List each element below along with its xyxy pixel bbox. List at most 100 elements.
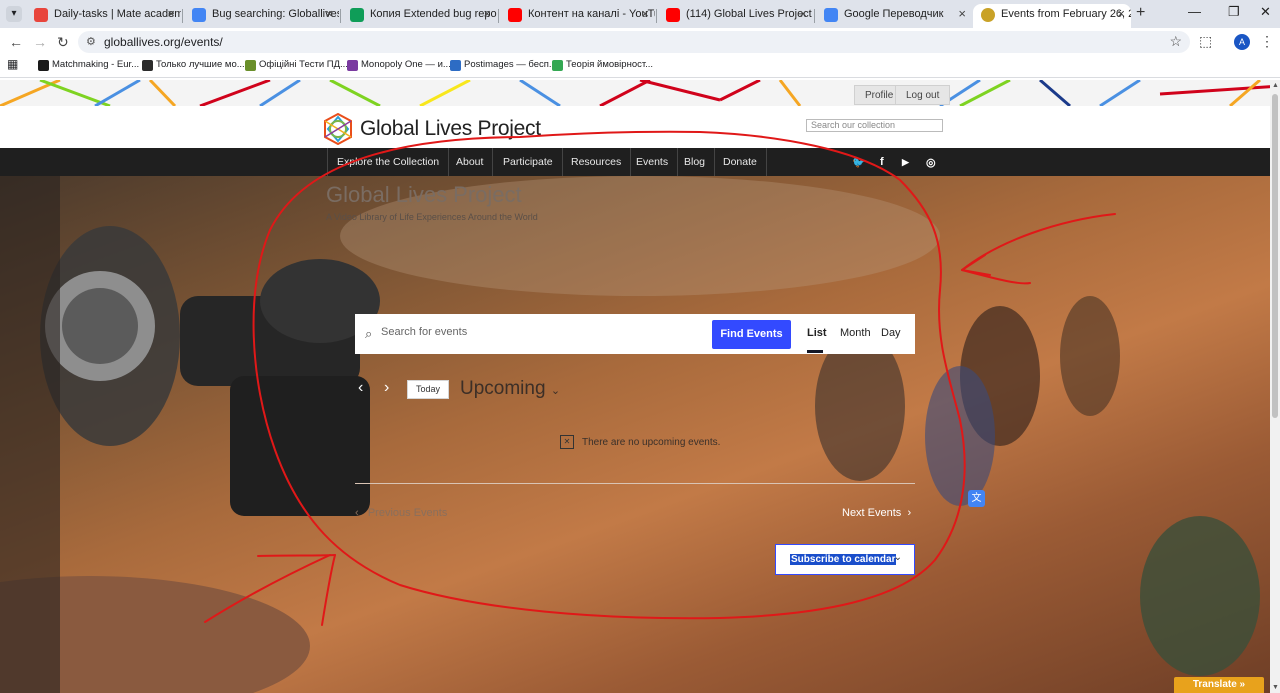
calendar-icon: ✕: [560, 435, 574, 449]
facebook-icon[interactable]: f: [880, 156, 884, 168]
globe-logo-icon[interactable]: [322, 113, 354, 145]
close-icon[interactable]: ×: [483, 4, 491, 24]
previous-events-link[interactable]: ‹ Previous Events: [355, 507, 447, 519]
google-translate-favicon-icon: [824, 8, 838, 22]
bookmarks-bar: ▦ Matchmaking - Eur... Только лучшие мо.…: [0, 56, 1280, 78]
bookmark-item[interactable]: Postimages — бесп...: [450, 59, 557, 71]
hero-photo-shapes: [0, 176, 1260, 693]
bookmark-item[interactable]: Теорія ймовірност...: [552, 59, 654, 71]
forward-arrow-icon[interactable]: →: [33, 34, 47, 50]
nav-explore-collection[interactable]: Explore the Collection: [327, 148, 450, 176]
apps-grid-icon[interactable]: ▦: [7, 57, 18, 71]
bookmark-label: Теорія ймовірност...: [566, 59, 654, 70]
tab-title: Events from February 26, 2010: [1001, 8, 1131, 20]
tab-google-translate[interactable]: Google Переводчик ×: [816, 4, 972, 28]
next-period-arrow-icon[interactable]: ›: [384, 379, 389, 397]
close-icon[interactable]: ×: [167, 4, 175, 24]
tab-title: (114) Global Lives Project A Vid: [686, 8, 813, 20]
view-month-tab[interactable]: Month: [840, 327, 871, 339]
event-search-input[interactable]: Search for events: [381, 326, 467, 338]
view-list-tab[interactable]: List: [807, 327, 827, 339]
tab-youtube-video[interactable]: (114) Global Lives Project A Vid ×: [658, 4, 813, 28]
reload-icon[interactable]: ↻: [57, 34, 69, 51]
hero-background: Global Lives Project A Video Library of …: [0, 176, 1280, 693]
bookmark-favicon-icon: [450, 60, 461, 71]
google-translate-icon[interactable]: 文: [968, 490, 985, 507]
nav-events[interactable]: Events: [627, 148, 679, 176]
chevron-down-icon: ⌄: [550, 385, 561, 397]
today-button[interactable]: Today: [407, 380, 449, 399]
chevron-left-icon: ‹: [355, 507, 359, 519]
instagram-icon[interactable]: ◎: [926, 156, 936, 169]
tab-mate-academy[interactable]: Daily-tasks | Mate academy ×: [26, 4, 181, 28]
collection-search-input[interactable]: Search our collection: [806, 119, 943, 132]
scroll-thumb[interactable]: [1272, 94, 1278, 418]
nav-donate[interactable]: Donate: [714, 148, 767, 176]
logout-button[interactable]: Log out: [895, 85, 951, 105]
nav-blog[interactable]: Blog: [675, 148, 716, 176]
bookmark-favicon-icon: [347, 60, 358, 71]
bookmark-item[interactable]: Только лучшие мо...: [142, 59, 245, 71]
nav-participate[interactable]: Participate: [494, 148, 563, 176]
bookmark-favicon-icon: [142, 60, 153, 71]
scroll-down-icon[interactable]: ▼: [1272, 684, 1279, 691]
prev-period-arrow-icon[interactable]: ‹: [358, 379, 363, 397]
page-scrollbar[interactable]: ▲ ▼: [1270, 80, 1280, 693]
address-bar[interactable]: ⚙ globallives.org/events/ ☆: [78, 31, 1190, 53]
chevron-right-icon: ›: [907, 507, 912, 519]
close-icon[interactable]: ×: [641, 4, 649, 24]
site-header: [0, 106, 1280, 148]
tab-title: Daily-tasks | Mate academy: [54, 8, 181, 20]
close-icon[interactable]: ×: [799, 4, 807, 24]
tab-title: Копия Extended bug report [Ar: [370, 8, 497, 20]
subscribe-calendar-button[interactable]: Subscribe to calendar ⌄: [775, 544, 915, 575]
restore-icon[interactable]: ❐: [1228, 4, 1240, 20]
bookmark-label: Monopoly One — и...: [361, 59, 451, 70]
close-icon[interactable]: ×: [1117, 4, 1125, 24]
browser-tabstrip: ▾ Daily-tasks | Mate academy × Bug searc…: [0, 0, 1280, 28]
nav-resources[interactable]: Resources: [562, 148, 632, 176]
extensions-icon[interactable]: ⬚: [1199, 33, 1212, 50]
youtube-favicon-icon: [508, 8, 522, 22]
tab-youtube-studio[interactable]: Контент на каналі - YouTube S ×: [500, 4, 655, 28]
url-text[interactable]: globallives.org/events/: [104, 35, 223, 49]
translate-button[interactable]: Translate »: [1174, 677, 1264, 693]
browser-menu-icon[interactable]: ⋮: [1260, 33, 1274, 50]
google-docs-favicon-icon: [192, 8, 206, 22]
site-logo-text[interactable]: Global Lives Project: [360, 117, 541, 141]
tab-events-active[interactable]: Events from February 26, 2010 ×: [973, 4, 1131, 28]
tab-bug-report-sheet[interactable]: Копия Extended bug report [Ar ×: [342, 4, 497, 28]
active-view-underline: [807, 350, 823, 353]
bookmark-item[interactable]: Monopoly One — и...: [347, 59, 451, 71]
bookmark-star-icon[interactable]: ☆: [1169, 33, 1182, 50]
close-icon[interactable]: ×: [958, 4, 966, 24]
date-picker-button[interactable]: Upcoming ⌄: [460, 378, 560, 400]
twitter-icon[interactable]: 🐦: [852, 156, 866, 169]
tab-title: Bug searching: Globallives - Go: [212, 8, 339, 20]
events-bar: ⌕ Search for events Find Events List Mon…: [355, 314, 915, 354]
bookmark-favicon-icon: [552, 60, 563, 71]
next-events-link[interactable]: Next Events ›: [842, 507, 911, 519]
minimize-icon[interactable]: —: [1188, 4, 1201, 19]
back-arrow-icon[interactable]: ←: [9, 34, 23, 50]
site-info-icon[interactable]: ⚙: [86, 35, 96, 48]
profile-avatar[interactable]: A: [1234, 34, 1250, 50]
bookmark-favicon-icon: [38, 60, 49, 71]
bookmark-favicon-icon: [245, 60, 256, 71]
youtube-icon[interactable]: ▶: [902, 157, 909, 168]
next-label: Next Events: [842, 507, 902, 519]
view-day-tab[interactable]: Day: [881, 327, 901, 339]
main-navigation: Explore the Collection About Participate…: [0, 148, 1280, 176]
scroll-up-icon[interactable]: ▲: [1272, 82, 1279, 89]
close-icon[interactable]: ×: [325, 4, 333, 24]
bookmark-item[interactable]: Matchmaking - Eur...: [38, 59, 139, 71]
bookmark-item[interactable]: Офіційні Тести ПД...: [245, 59, 348, 71]
new-tab-plus-icon[interactable]: +: [1136, 4, 1145, 22]
bookmark-label: Postimages — бесп...: [464, 59, 557, 70]
nav-about[interactable]: About: [447, 148, 494, 176]
period-label: Upcoming: [460, 378, 546, 399]
tab-bug-searching[interactable]: Bug searching: Globallives - Go ×: [184, 4, 339, 28]
tab-search-dropdown[interactable]: ▾: [6, 6, 22, 22]
find-events-button[interactable]: Find Events: [712, 320, 791, 349]
window-close-icon[interactable]: ✕: [1260, 4, 1271, 20]
